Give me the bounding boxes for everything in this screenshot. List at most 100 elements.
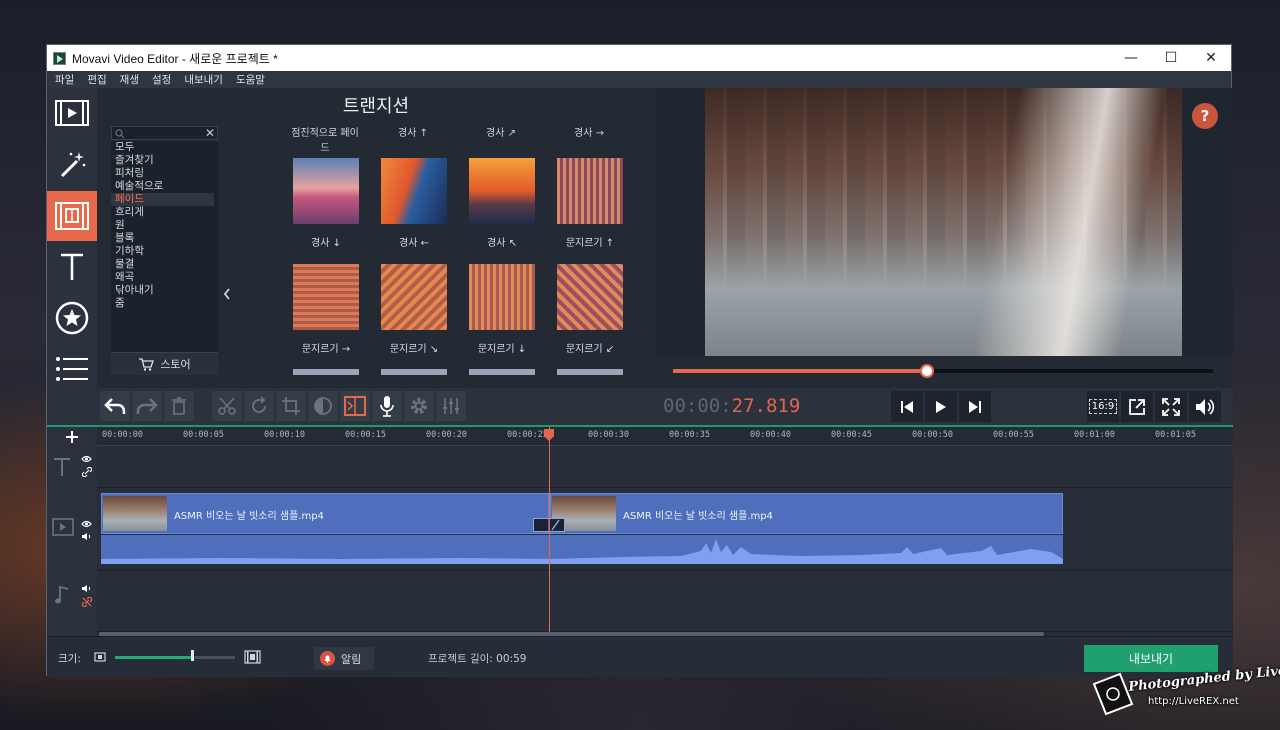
aspect-ratio-button[interactable]: 16:9 [1087, 391, 1119, 422]
transition-tile[interactable]: 경사 ↓ [293, 158, 359, 249]
playhead[interactable] [549, 427, 550, 632]
category-item[interactable]: 기하학 [115, 245, 218, 258]
project-length: 프로젝트 길이: 00:59 [428, 653, 527, 665]
play-icon [936, 400, 946, 413]
zoom-in-icon[interactable] [244, 650, 261, 664]
speaker-icon[interactable] [81, 584, 92, 593]
transition-tile[interactable]: 문지르기 ↙ [557, 264, 623, 355]
menu-export[interactable]: 내보내기 [184, 72, 223, 87]
ruler-tick-label: 00:00:20 [426, 430, 467, 440]
category-item-selected[interactable]: 페이드 [111, 193, 214, 206]
undo-button[interactable] [100, 391, 130, 421]
more-tools-button[interactable] [47, 344, 97, 394]
app-icon [53, 51, 66, 65]
unlink-icon[interactable] [82, 597, 92, 607]
video-clip[interactable]: ASMR 비오는 날 빗소리 샘플.mp4 [101, 493, 549, 534]
play-button[interactable] [925, 391, 957, 422]
gear-icon [411, 398, 427, 414]
notifications-button[interactable]: 알림 [314, 647, 374, 670]
maximize-button[interactable]: ☐ [1151, 45, 1191, 71]
next-button[interactable] [959, 391, 991, 422]
waveform-graphic [101, 539, 1063, 564]
record-audio-button[interactable] [372, 391, 402, 421]
chevron-left-icon [223, 288, 230, 300]
track-headers [47, 446, 97, 636]
audio-waveform[interactable] [101, 535, 1063, 564]
window-title: Movavi Video Editor - 새로운 프로젝트 * [72, 51, 278, 66]
clip-properties-button[interactable] [404, 391, 434, 421]
transition-tile[interactable]: 문지르기 ↓ [469, 264, 535, 355]
category-search-input[interactable]: ✕ [111, 126, 218, 140]
category-item[interactable]: 닦아내기 [115, 284, 218, 297]
menu-settings[interactable]: 설정 [152, 72, 171, 87]
category-list: 모두 즐겨찾기 피처링 예술적으로 페이드 흐리게 원 블록 기하학 물결 왜곡… [111, 141, 218, 375]
color-adjust-button[interactable] [308, 391, 338, 421]
redo-button[interactable] [132, 391, 162, 421]
transition-tile[interactable]: 경사 ← [381, 158, 447, 249]
transitions-button[interactable] [47, 191, 97, 241]
menu-help[interactable]: 도움말 [236, 72, 265, 87]
video-clip[interactable]: ASMR 비오는 날 빗소리 샘플.mp4 [550, 493, 1063, 534]
crop-button[interactable] [276, 391, 306, 421]
video-track-icon [52, 518, 74, 536]
link-icon[interactable] [82, 467, 92, 477]
video-preview[interactable] [705, 88, 1182, 356]
plus-icon [66, 430, 78, 443]
transition-label: 문지르기 ↑ [565, 238, 615, 249]
eye-icon[interactable] [81, 520, 92, 528]
transitions-icon [55, 202, 89, 230]
transition-wizard-button[interactable] [340, 391, 370, 421]
category-item[interactable]: 물결 [115, 258, 218, 271]
eye-icon[interactable] [81, 455, 92, 463]
seek-progress [673, 369, 927, 373]
category-item[interactable]: 즐겨찾기 [115, 154, 218, 167]
collapse-panel-button[interactable] [221, 168, 235, 418]
zoom-out-icon[interactable] [94, 652, 106, 662]
seek-handle[interactable] [919, 364, 934, 378]
transition-tile[interactable]: 문지르기 ↑ [557, 158, 623, 249]
menu-playback[interactable]: 재생 [120, 72, 139, 87]
ruler-tick-label: 00:00:15 [345, 430, 386, 440]
undo-icon [104, 398, 126, 414]
help-button[interactable]: ? [1192, 103, 1218, 129]
category-item[interactable]: 모두 [115, 141, 218, 154]
time-ruler[interactable]: 00:00:00 00:00:05 00:00:10 00:00:15 00:0… [97, 427, 1233, 446]
volume-button[interactable] [1189, 391, 1221, 422]
import-media-button[interactable] [47, 88, 97, 138]
rotate-button[interactable] [244, 391, 274, 421]
titles-button[interactable] [47, 242, 97, 292]
menu-file[interactable]: 파일 [55, 72, 74, 87]
detach-preview-button[interactable] [1121, 391, 1153, 422]
category-item[interactable]: 흐리게 [115, 206, 218, 219]
minimize-button[interactable]: — [1111, 45, 1151, 71]
text-track[interactable] [97, 446, 1233, 488]
transition-tile[interactable]: 문지르기 → [293, 264, 359, 355]
audio-track[interactable] [97, 571, 1233, 632]
category-item[interactable]: 원 [115, 219, 218, 232]
audio-properties-button[interactable] [436, 391, 466, 421]
category-item[interactable]: 예술적으로 [115, 180, 218, 193]
speaker-icon[interactable] [81, 532, 92, 541]
add-track-button[interactable] [47, 427, 97, 446]
category-item[interactable]: 왜곡 [115, 271, 218, 284]
menu-edit[interactable]: 편집 [87, 72, 106, 87]
contrast-icon [314, 397, 332, 415]
store-button[interactable]: 스토어 [111, 352, 218, 375]
close-button[interactable]: ✕ [1191, 45, 1231, 71]
clear-search-icon[interactable]: ✕ [205, 126, 215, 140]
fullscreen-button[interactable] [1155, 391, 1187, 422]
filters-button[interactable] [47, 140, 97, 190]
rotate-icon [252, 396, 266, 413]
transition-tile[interactable]: 경사 ↖ [469, 158, 535, 249]
zoom-slider-handle[interactable] [190, 650, 194, 661]
store-label: 스토어 [160, 358, 191, 371]
cut-button[interactable] [212, 391, 242, 421]
category-item[interactable]: 피처링 [115, 167, 218, 180]
delete-button[interactable] [164, 391, 194, 421]
previous-button[interactable] [891, 391, 923, 422]
transition-tile[interactable]: 문지르기 ↘ [381, 264, 447, 355]
category-item[interactable]: 블록 [115, 232, 218, 245]
redo-icon [136, 398, 158, 414]
stickers-button[interactable] [47, 293, 97, 343]
category-item[interactable]: 줌 [115, 297, 218, 310]
